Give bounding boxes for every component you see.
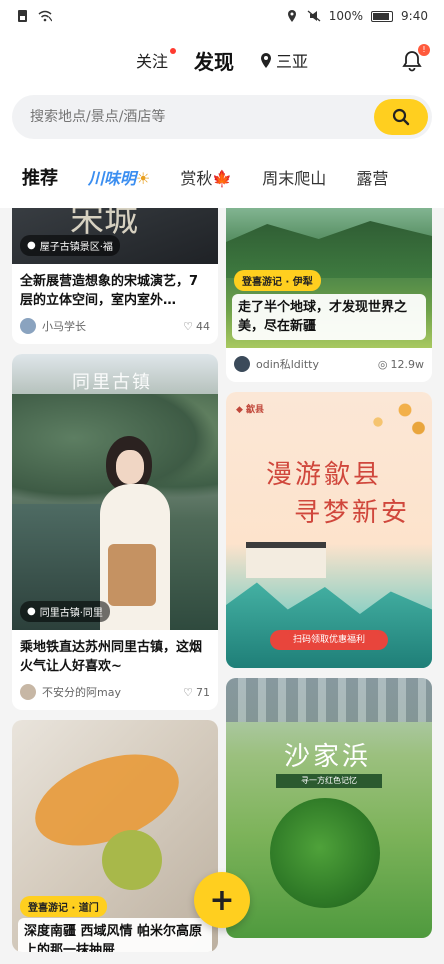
tab-discover[interactable]: 发现 — [194, 46, 234, 75]
sun-icon: ☀ — [136, 169, 151, 188]
pin-icon: ● — [27, 240, 36, 251]
location-pin-icon — [261, 52, 271, 68]
card-image-text: 同里古镇 — [72, 372, 152, 393]
category-tab-camping[interactable]: 露营 — [356, 165, 388, 189]
location-tag-label: 屋子古镇景区·福 — [39, 242, 113, 253]
like-button[interactable]: ◎ 12.9w — [378, 358, 424, 371]
poster-mountains — [226, 582, 432, 668]
wifi-off-icon — [38, 10, 52, 22]
views-icon: ◎ — [377, 357, 388, 371]
top-header: 关注 发现 三亚 ! — [0, 32, 444, 88]
location-icon — [287, 10, 296, 22]
category-tab-special-label: 川味明 — [88, 169, 137, 188]
poster-logo: ◆ 歙县 — [236, 405, 265, 415]
pin-icon: ● — [27, 606, 36, 617]
tote-bag — [108, 544, 156, 606]
poster-building — [246, 542, 326, 578]
branch-decoration — [342, 392, 432, 452]
category-tabs: 推荐 川味明☀ 赏秋🍁 周末爬山 露营 — [0, 146, 444, 208]
category-tab-hiking[interactable]: 周末爬山 — [262, 165, 326, 189]
search-box[interactable] — [12, 95, 432, 139]
sim-icon — [18, 10, 27, 22]
author-name: 小马学长 — [42, 320, 86, 333]
poster-title-1: 漫游歙县 — [266, 460, 383, 490]
notification-badge: ! — [418, 44, 430, 56]
status-time: 9:40 — [401, 9, 428, 23]
notification-button[interactable]: ! — [402, 44, 430, 72]
card-image: 同里古镇 ● 同里古镇·同里 — [12, 354, 218, 630]
location-tag: ● 屋子古镇景区·福 — [20, 235, 120, 256]
avatar — [20, 684, 36, 700]
badge-tag: 登喜游记 · 伊犁 — [234, 270, 321, 291]
card-title: 乘地铁直达苏州同里古镇，这烟火气让人好喜欢~ — [20, 640, 203, 674]
avatar — [234, 356, 250, 372]
category-tab-recommend[interactable]: 推荐 — [20, 164, 60, 196]
poster-subtitle: 寻一方红色记忆 — [276, 774, 382, 788]
feed-card[interactable]: 登喜游记 · 道门 深度南疆 西域风情 帕米尔高原上的那一抹抽屉 — [12, 720, 218, 952]
scene-hills — [226, 221, 432, 278]
feed-column-left: 宋城 ● 屋子古镇景区·福 全新展营造想象的宋城演艺，7层的立体空间，室内室外… … — [12, 208, 218, 962]
plus-icon: + — [209, 882, 235, 918]
feed-card[interactable]: 登喜游记 · 伊犁 走了半个地球，才发现世界之美，尽在新疆 odin私lditt… — [226, 208, 432, 382]
feed-card[interactable]: 沙家浜 寻一方红色记忆 — [226, 678, 432, 938]
search-button[interactable] — [374, 99, 428, 135]
location-tag: ● 同里古镇·同里 — [20, 601, 110, 622]
maple-leaf-icon: 🍁 — [212, 169, 233, 188]
card-meta: odin私lditty ◎ 12.9w — [226, 348, 432, 382]
feed: 宋城 ● 屋子古镇景区·福 全新展营造想象的宋城演艺，7层的立体空间，室内室外… … — [0, 208, 444, 964]
card-meta: 不安分的阿may ♡ 71 — [12, 680, 218, 710]
poster-cta-button[interactable]: 扫码领取优惠福利 — [270, 630, 388, 650]
poster-title: 沙家浜 — [284, 742, 372, 772]
feed-card[interactable]: 宋城 ● 屋子古镇景区·福 全新展营造想象的宋城演艺，7层的立体空间，室内室外… … — [12, 208, 218, 344]
status-bar: 100% 9:40 — [0, 0, 444, 32]
create-post-button[interactable]: + — [194, 872, 250, 928]
search-icon — [392, 108, 410, 126]
category-tab-autumn-label: 赏秋 — [180, 169, 213, 188]
poster-title-2: 寻梦新安 — [294, 498, 411, 528]
poster-image: 沙家浜 寻一方红色记忆 — [226, 678, 432, 938]
card-title: 全新展营造想象的宋城演艺，7层的立体空间，室内室外… — [20, 274, 199, 308]
author-name: 不安分的阿may — [42, 686, 121, 699]
category-tab-special[interactable]: 川味明☀ — [88, 165, 150, 189]
like-button[interactable]: ♡ 44 — [183, 320, 210, 333]
mute-icon — [307, 10, 321, 22]
feed-column-right: 登喜游记 · 伊犁 走了半个地球，才发现世界之美，尽在新疆 odin私lditt… — [226, 208, 432, 948]
heart-icon: ♡ — [183, 319, 193, 333]
like-button[interactable]: ♡ 71 — [183, 686, 210, 699]
feed-card[interactable]: ◆ 歙县 漫游歙县 寻梦新安 扫码领取优惠福利 — [226, 392, 432, 668]
card-image: 宋城 ● 屋子古镇景区·福 — [12, 208, 218, 264]
card-meta: 小马学长 ♡ 44 — [12, 314, 218, 344]
tab-follow-label: 关注 — [135, 52, 168, 71]
unread-dot — [170, 48, 176, 54]
like-count: 12.9w — [390, 357, 425, 371]
author-name: odin私lditty — [256, 358, 319, 371]
category-tab-autumn[interactable]: 赏秋🍁 — [180, 165, 232, 189]
location-tag-label: 同里古镇·同里 — [39, 608, 103, 619]
scene-pond — [102, 830, 162, 890]
card-image: 登喜游记 · 道门 深度南疆 西域风情 帕米尔高原上的那一抹抽屉 — [12, 720, 218, 952]
search-bar-area — [0, 88, 444, 146]
battery-icon — [371, 10, 394, 22]
card-title: 走了半个地球，才发现世界之美，尽在新疆 — [232, 294, 426, 340]
like-count: 71 — [196, 685, 210, 699]
scene-pavilions — [226, 678, 432, 722]
heart-icon: ♡ — [183, 685, 193, 699]
city-selector[interactable]: 三亚 — [260, 48, 308, 72]
city-label: 三亚 — [276, 52, 309, 71]
like-count: 44 — [196, 319, 210, 333]
tab-follow[interactable]: 关注 — [135, 48, 176, 72]
battery-percent: 100% — [328, 9, 364, 23]
card-image: 登喜游记 · 伊犁 走了半个地球，才发现世界之美，尽在新疆 — [226, 208, 432, 348]
search-input[interactable] — [30, 109, 330, 125]
avatar — [20, 318, 36, 334]
poster-image: ◆ 歙县 漫游歙县 寻梦新安 扫码领取优惠福利 — [226, 392, 432, 668]
feed-card[interactable]: 同里古镇 ● 同里古镇·同里 乘地铁直达苏州同里古镇，这烟火气让人好喜欢~ 不安分… — [12, 354, 218, 710]
person-face — [116, 450, 144, 484]
tree-island — [270, 798, 380, 908]
badge-tag: 登喜游记 · 道门 — [20, 896, 107, 917]
card-title: 深度南疆 西域风情 帕米尔高原上的那一抹抽屉 — [18, 918, 212, 952]
